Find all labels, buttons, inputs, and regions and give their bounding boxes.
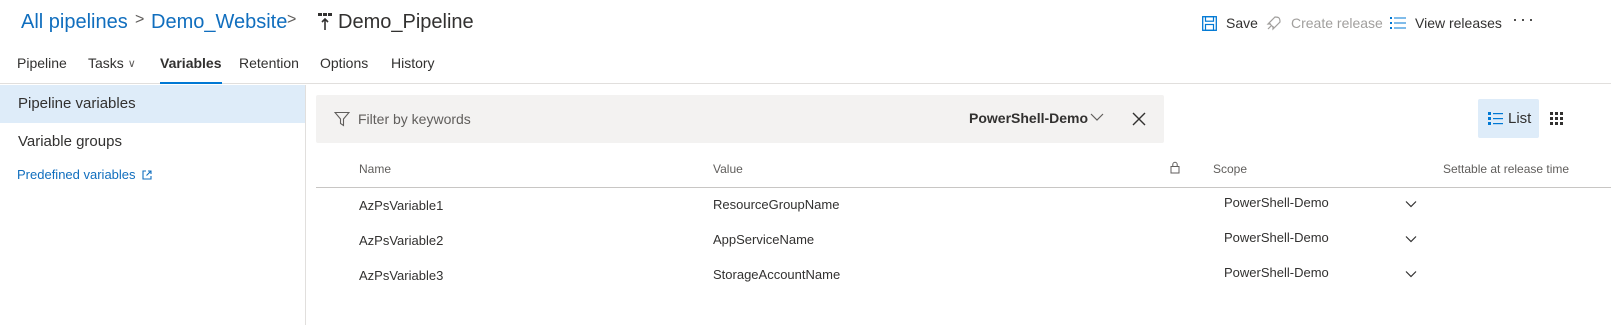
grid-icon[interactable] [1550, 112, 1563, 125]
variable-value[interactable]: StorageAccountName [713, 267, 840, 282]
tab-bar: Pipeline Tasks ∨ Variables Retention Opti… [0, 50, 1611, 84]
table-row[interactable]: AzPsVariable1 ResourceGroupName PowerShe… [316, 189, 1611, 224]
save-icon [1200, 14, 1218, 32]
sidebar-item-variable-groups[interactable]: Variable groups [0, 123, 305, 161]
variable-name[interactable]: AzPsVariable3 [359, 268, 443, 283]
chevron-down-icon[interactable] [1090, 112, 1104, 122]
tab-variables[interactable]: Variables [160, 55, 222, 84]
chevron-down-icon[interactable] [1405, 270, 1417, 278]
tab-tasks-label: Tasks [88, 55, 124, 71]
variable-value[interactable]: ResourceGroupName [713, 197, 839, 212]
variable-scope-dropdown[interactable]: PowerShell-Demo [1224, 230, 1329, 245]
variable-scope-dropdown[interactable]: PowerShell-Demo [1224, 195, 1329, 210]
tab-tasks[interactable]: Tasks ∨ [88, 55, 136, 84]
create-release-label: Create release [1291, 15, 1383, 31]
column-header-value[interactable]: Value [713, 162, 743, 176]
external-link-icon [141, 169, 152, 180]
tab-history[interactable]: History [391, 55, 435, 84]
save-label: Save [1226, 15, 1258, 31]
column-header-settable[interactable]: Settable at release time [1443, 162, 1569, 176]
table-header: Name Value Scope Settable at release tim… [316, 152, 1611, 188]
predefined-variables-label: Predefined variables [17, 167, 136, 182]
more-icon[interactable]: ··· [1512, 9, 1536, 30]
chevron-down-icon[interactable] [1405, 235, 1417, 243]
variable-name[interactable]: AzPsVariable2 [359, 233, 443, 248]
tab-options[interactable]: Options [320, 55, 368, 84]
predefined-variables-link[interactable]: Predefined variables [17, 167, 152, 182]
rocket-icon [1265, 14, 1283, 32]
view-releases-button[interactable]: View releases [1389, 12, 1502, 34]
header: All pipelines > Demo_Website > Demo_Pipe… [0, 0, 1611, 44]
tab-retention[interactable]: Retention [239, 55, 299, 84]
scope-filter-dropdown[interactable]: PowerShell-Demo [969, 110, 1088, 126]
lock-icon [1170, 161, 1180, 174]
table-row[interactable]: AzPsVariable3 StorageAccountName PowerSh… [316, 259, 1611, 294]
list-view-label: List [1508, 110, 1532, 127]
create-release-button[interactable]: Create release [1265, 12, 1383, 34]
column-header-scope[interactable]: Scope [1213, 162, 1247, 176]
variable-value[interactable]: AppServiceName [713, 232, 814, 247]
chevron-down-icon: ∨ [127, 58, 136, 70]
list-view-toggle[interactable]: List [1478, 99, 1539, 138]
filter-icon [334, 111, 350, 127]
view-releases-label: View releases [1415, 15, 1502, 31]
variable-scope-dropdown[interactable]: PowerShell-Demo [1224, 265, 1329, 280]
list-icon [1389, 14, 1407, 32]
tab-pipeline[interactable]: Pipeline [17, 55, 67, 84]
filter-input[interactable]: Filter by keywords [358, 111, 471, 127]
filter-bar: Filter by keywords PowerShell-Demo [316, 95, 1164, 143]
variables-sidebar: Pipeline variables Variable groups Prede… [0, 85, 306, 325]
close-icon[interactable] [1132, 112, 1146, 126]
list-icon [1488, 112, 1503, 125]
column-header-name[interactable]: Name [359, 162, 391, 176]
variable-name[interactable]: AzPsVariable1 [359, 198, 443, 213]
table-row[interactable]: AzPsVariable2 AppServiceName PowerShell-… [316, 224, 1611, 259]
chevron-down-icon[interactable] [1405, 200, 1417, 208]
sidebar-item-pipeline-variables[interactable]: Pipeline variables [0, 85, 305, 123]
save-button[interactable]: Save [1200, 12, 1258, 34]
